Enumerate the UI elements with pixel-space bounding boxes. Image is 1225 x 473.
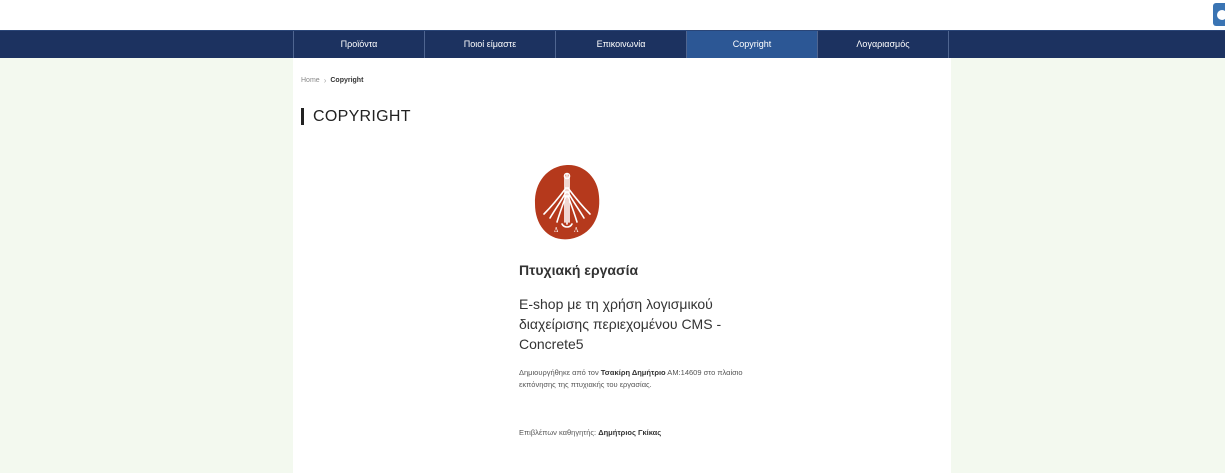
help-button[interactable] [1213, 3, 1225, 26]
main-navigation: Προϊόντα Ποιοί είμαστε Επικοινωνία Copyr… [0, 30, 1225, 59]
svg-text:Λ: Λ [573, 227, 579, 234]
breadcrumb-home-link[interactable]: Home [301, 77, 320, 84]
nav-item-products[interactable]: Προϊόντα [294, 31, 425, 58]
university-seal-icon: Δ Λ [534, 164, 600, 240]
supervisor-credit: Επιβλέπων καθηγητής: Δημήτριος Γκίκας [519, 427, 779, 439]
thesis-subtitle: E-shop με τη χρήση λογισμικού διαχείριση… [519, 296, 722, 352]
page-background: Home › Copyright COPYRIGHT Δ Λ Πτυχιακή … [0, 58, 1225, 473]
author-credit: Δημιουργήθηκε από τον Τσακίρη Δημήτριο Α… [519, 367, 759, 391]
top-strip [0, 0, 1225, 30]
nav-item-about[interactable]: Ποιοί είμαστε [425, 31, 556, 58]
supervisor-prefix: Επιβλέπων καθηγητής: [519, 428, 599, 437]
svg-text:Δ: Δ [554, 227, 559, 234]
main-content: Home › Copyright COPYRIGHT Δ Λ Πτυχιακή … [293, 58, 951, 473]
breadcrumb-separator-icon: › [323, 76, 327, 85]
author-name: Τσακίρη Δημήτριο [600, 368, 666, 377]
page-title: COPYRIGHT [301, 108, 411, 125]
help-icon [1217, 10, 1225, 20]
nav-item-account[interactable]: Λογαριασμός [818, 31, 949, 58]
nav-item-copyright[interactable]: Copyright [687, 31, 818, 58]
nav-item-contact[interactable]: Επικοινωνία [556, 31, 687, 58]
breadcrumb: Home › Copyright [301, 76, 363, 85]
supervisor-name: Δημήτριος Γκίκας [598, 428, 662, 437]
breadcrumb-current: Copyright [330, 77, 364, 84]
credit-prefix: Δημιουργήθηκε από τον [519, 368, 601, 377]
thesis-heading: Πτυχιακή εργασία [519, 262, 639, 278]
